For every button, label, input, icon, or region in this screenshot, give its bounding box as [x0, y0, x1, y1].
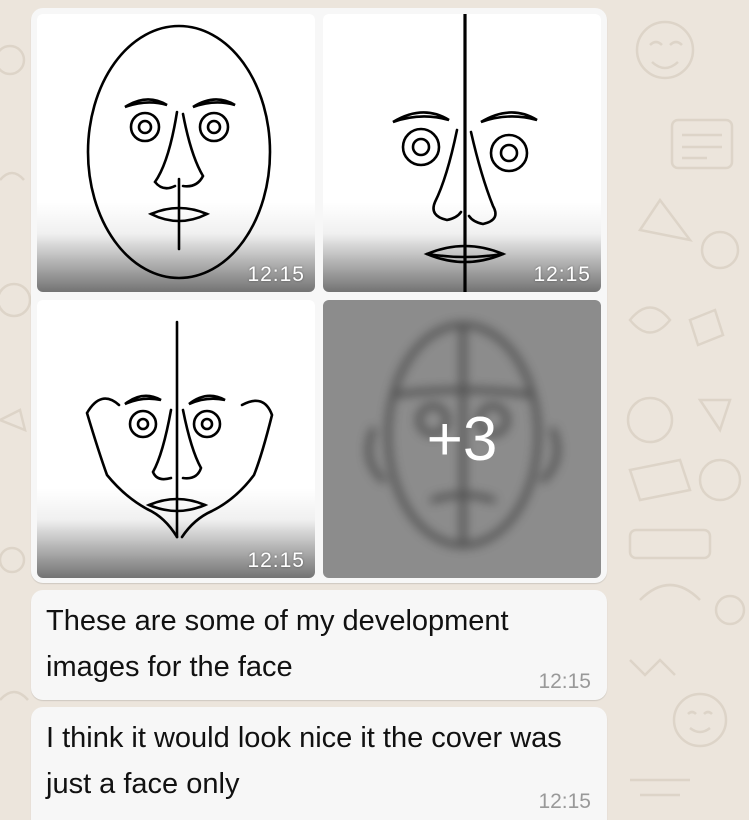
message-timestamp: 12:15 [538, 790, 591, 813]
album-photo-3[interactable]: 12:15 [37, 300, 315, 578]
photo-timestamp: 12:15 [247, 263, 305, 286]
photo-timestamp: 12:15 [533, 263, 591, 286]
message-bubble[interactable]: These are some of my development images … [31, 590, 607, 700]
photo-timestamp: 12:15 [247, 549, 305, 572]
more-photos-count: +3 [426, 404, 498, 474]
message-text: I think it would look nice it the cover … [46, 722, 562, 800]
message-bubble[interactable]: I think it would look nice it the cover … [31, 707, 607, 820]
message-text: These are some of my development images … [46, 605, 509, 683]
album-photo-2[interactable]: 12:15 [323, 14, 601, 292]
photo-album-bubble[interactable]: 12:15 12:15 12:15 +3 [31, 8, 607, 583]
face-drawing-oval-icon [86, 24, 272, 280]
face-drawing-ears-icon [85, 320, 274, 539]
face-drawing-split-icon [392, 14, 538, 292]
album-photo-1[interactable]: 12:15 [37, 14, 315, 292]
message-timestamp: 12:15 [538, 670, 591, 693]
more-photos-tile[interactable]: +3 [323, 300, 601, 578]
